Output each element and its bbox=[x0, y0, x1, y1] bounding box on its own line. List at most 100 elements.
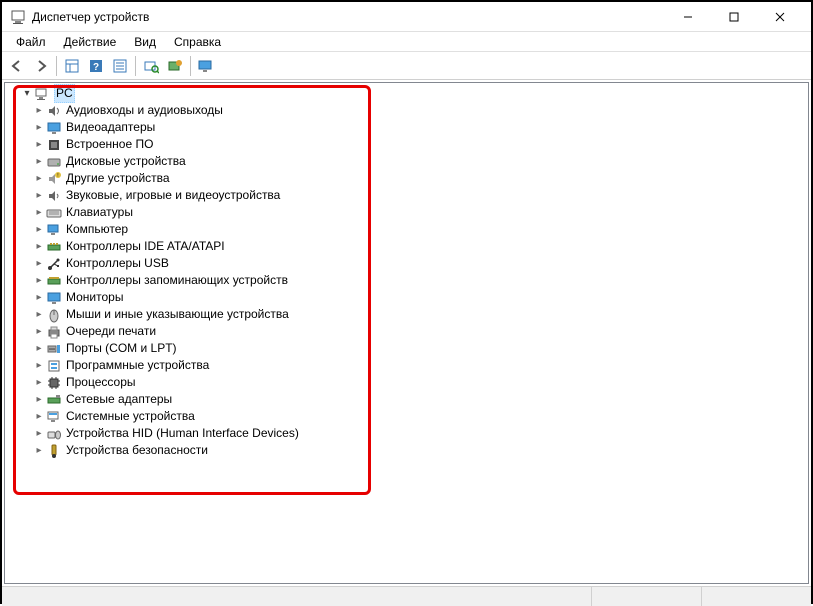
app-icon bbox=[10, 9, 26, 25]
port-icon bbox=[46, 341, 62, 357]
tree-item[interactable]: ▸ Видеоадаптеры bbox=[33, 119, 808, 136]
tree-item[interactable]: ▸ Клавиатуры bbox=[33, 204, 808, 221]
tree-item-label: Компьютер bbox=[66, 221, 128, 238]
tree-item[interactable]: ▸ Контроллеры IDE ATA/ATAPI bbox=[33, 238, 808, 255]
expand-icon[interactable]: ▸ bbox=[33, 394, 45, 406]
tree-item[interactable]: ▸ Мониторы bbox=[33, 289, 808, 306]
tree-item-label: Контроллеры IDE ATA/ATAPI bbox=[66, 238, 225, 255]
tree-item-label: Устройства безопасности bbox=[66, 442, 208, 459]
menu-view[interactable]: Вид bbox=[126, 34, 164, 50]
tree-item-label: Дисковые устройства bbox=[66, 153, 186, 170]
window-title: Диспетчер устройств bbox=[32, 10, 665, 24]
expand-icon[interactable]: ▸ bbox=[33, 122, 45, 134]
expand-icon[interactable]: ▸ bbox=[33, 377, 45, 389]
close-button[interactable] bbox=[757, 2, 803, 32]
expand-icon[interactable]: ▸ bbox=[33, 343, 45, 355]
tree-item-label: Процессоры bbox=[66, 374, 136, 391]
tree-item-label: Сетевые адаптеры bbox=[66, 391, 172, 408]
expand-icon[interactable]: ▸ bbox=[33, 241, 45, 253]
status-cell-1 bbox=[591, 587, 701, 606]
tree-item[interactable]: ▸ Процессоры bbox=[33, 374, 808, 391]
display-icon bbox=[46, 120, 62, 136]
maximize-button[interactable] bbox=[711, 2, 757, 32]
tree-item-label: Клавиатуры bbox=[66, 204, 133, 221]
expand-icon[interactable]: ▸ bbox=[33, 105, 45, 117]
tree-item[interactable]: ▸ Программные устройства bbox=[33, 357, 808, 374]
collapse-icon[interactable]: ▾ bbox=[21, 88, 33, 100]
printer-icon bbox=[46, 324, 62, 340]
tree-item[interactable]: ▸!Другие устройства bbox=[33, 170, 808, 187]
properties-button[interactable] bbox=[109, 55, 131, 77]
tree-item-label: Аудиовходы и аудиовыходы bbox=[66, 102, 223, 119]
network-icon bbox=[46, 392, 62, 408]
tree-item[interactable]: ▸ Устройства безопасности bbox=[33, 442, 808, 459]
tree-item-label: Системные устройства bbox=[66, 408, 195, 425]
status-cell-2 bbox=[701, 587, 811, 606]
add-legacy-hardware-button[interactable] bbox=[164, 55, 186, 77]
tree-item-label: Мониторы bbox=[66, 289, 123, 306]
expand-icon[interactable]: ▸ bbox=[33, 411, 45, 423]
expand-icon[interactable]: ▸ bbox=[33, 173, 45, 185]
menu-file[interactable]: Файл bbox=[8, 34, 54, 50]
tree-item[interactable]: ▸Контроллеры запоминающих устройств bbox=[33, 272, 808, 289]
tree-item[interactable]: ▸ Устройства HID (Human Interface Devices… bbox=[33, 425, 808, 442]
minimize-button[interactable] bbox=[665, 2, 711, 32]
usb-icon bbox=[46, 256, 62, 272]
scan-hardware-button[interactable] bbox=[140, 55, 162, 77]
keyboard-icon bbox=[46, 205, 62, 221]
expand-icon[interactable]: ▸ bbox=[33, 428, 45, 440]
show-hide-tree-button[interactable] bbox=[61, 55, 83, 77]
tree-item[interactable]: ▸ Контроллеры USB bbox=[33, 255, 808, 272]
security-icon bbox=[46, 443, 62, 459]
menu-help[interactable]: Справка bbox=[166, 34, 229, 50]
other-icon: ! bbox=[46, 171, 62, 187]
tree-item[interactable]: ▸ Компьютер bbox=[33, 221, 808, 238]
expand-icon[interactable]: ▸ bbox=[33, 275, 45, 287]
tree-item[interactable]: ▸ Дисковые устройства bbox=[33, 153, 808, 170]
sound-icon bbox=[46, 188, 62, 204]
forward-button[interactable] bbox=[30, 55, 52, 77]
device-tree-panel: ▾ PC ▸ Аудиовходы и аудиовыходы ▸ Видеоадапте… bbox=[4, 82, 809, 584]
tree-item[interactable]: ▸Порты (COM и LPT) bbox=[33, 340, 808, 357]
tree-item-label: Встроенное ПО bbox=[66, 136, 153, 153]
tree-item-label: Контроллеры USB bbox=[66, 255, 169, 272]
expand-icon[interactable]: ▸ bbox=[33, 258, 45, 270]
tree-root[interactable]: ▾ PC bbox=[21, 85, 808, 102]
tree-item[interactable]: ▸ Системные устройства bbox=[33, 408, 808, 425]
expand-icon[interactable]: ▸ bbox=[33, 326, 45, 338]
expand-icon[interactable]: ▸ bbox=[33, 190, 45, 202]
tree-item-label: Устройства HID (Human Interface Devices) bbox=[66, 425, 299, 442]
pc-icon bbox=[34, 86, 50, 102]
device-tree[interactable]: ▾ PC ▸ Аудиовходы и аудиовыходы ▸ Видеоадапте… bbox=[5, 83, 808, 459]
tree-item[interactable]: ▸ Аудиовходы и аудиовыходы bbox=[33, 102, 808, 119]
monitor-icon bbox=[46, 290, 62, 306]
expand-icon[interactable]: ▸ bbox=[33, 445, 45, 457]
toolbar: ? bbox=[2, 52, 811, 80]
expand-icon[interactable]: ▸ bbox=[33, 360, 45, 372]
hid-icon bbox=[46, 426, 62, 442]
tree-item[interactable]: ▸ Сетевые адаптеры bbox=[33, 391, 808, 408]
tree-item[interactable]: ▸Звуковые, игровые и видеоустройства bbox=[33, 187, 808, 204]
expand-icon[interactable]: ▸ bbox=[33, 139, 45, 151]
menu-action[interactable]: Действие bbox=[56, 34, 125, 50]
expand-icon[interactable]: ▸ bbox=[33, 224, 45, 236]
tree-item-label: Программные устройства bbox=[66, 357, 209, 374]
system-icon bbox=[46, 409, 62, 425]
expand-icon[interactable]: ▸ bbox=[33, 156, 45, 168]
monitor-button[interactable] bbox=[195, 55, 217, 77]
tree-item[interactable]: ▸ Встроенное ПО bbox=[33, 136, 808, 153]
mouse-icon bbox=[46, 307, 62, 323]
tree-item-label: Мыши и иные указывающие устройства bbox=[66, 306, 289, 323]
svg-text:?: ? bbox=[93, 62, 99, 73]
tree-item-label: Видеоадаптеры bbox=[66, 119, 155, 136]
menubar: Файл Действие Вид Справка bbox=[2, 32, 811, 52]
tree-root-label: PC bbox=[54, 84, 75, 103]
tree-item[interactable]: ▸ Мыши и иные указывающие устройства bbox=[33, 306, 808, 323]
back-button[interactable] bbox=[6, 55, 28, 77]
help-button[interactable]: ? bbox=[85, 55, 107, 77]
expand-icon[interactable]: ▸ bbox=[33, 292, 45, 304]
expand-icon[interactable]: ▸ bbox=[33, 207, 45, 219]
tree-item[interactable]: ▸Очереди печати bbox=[33, 323, 808, 340]
expand-icon[interactable]: ▸ bbox=[33, 309, 45, 321]
tree-item-label: Другие устройства bbox=[66, 170, 170, 187]
